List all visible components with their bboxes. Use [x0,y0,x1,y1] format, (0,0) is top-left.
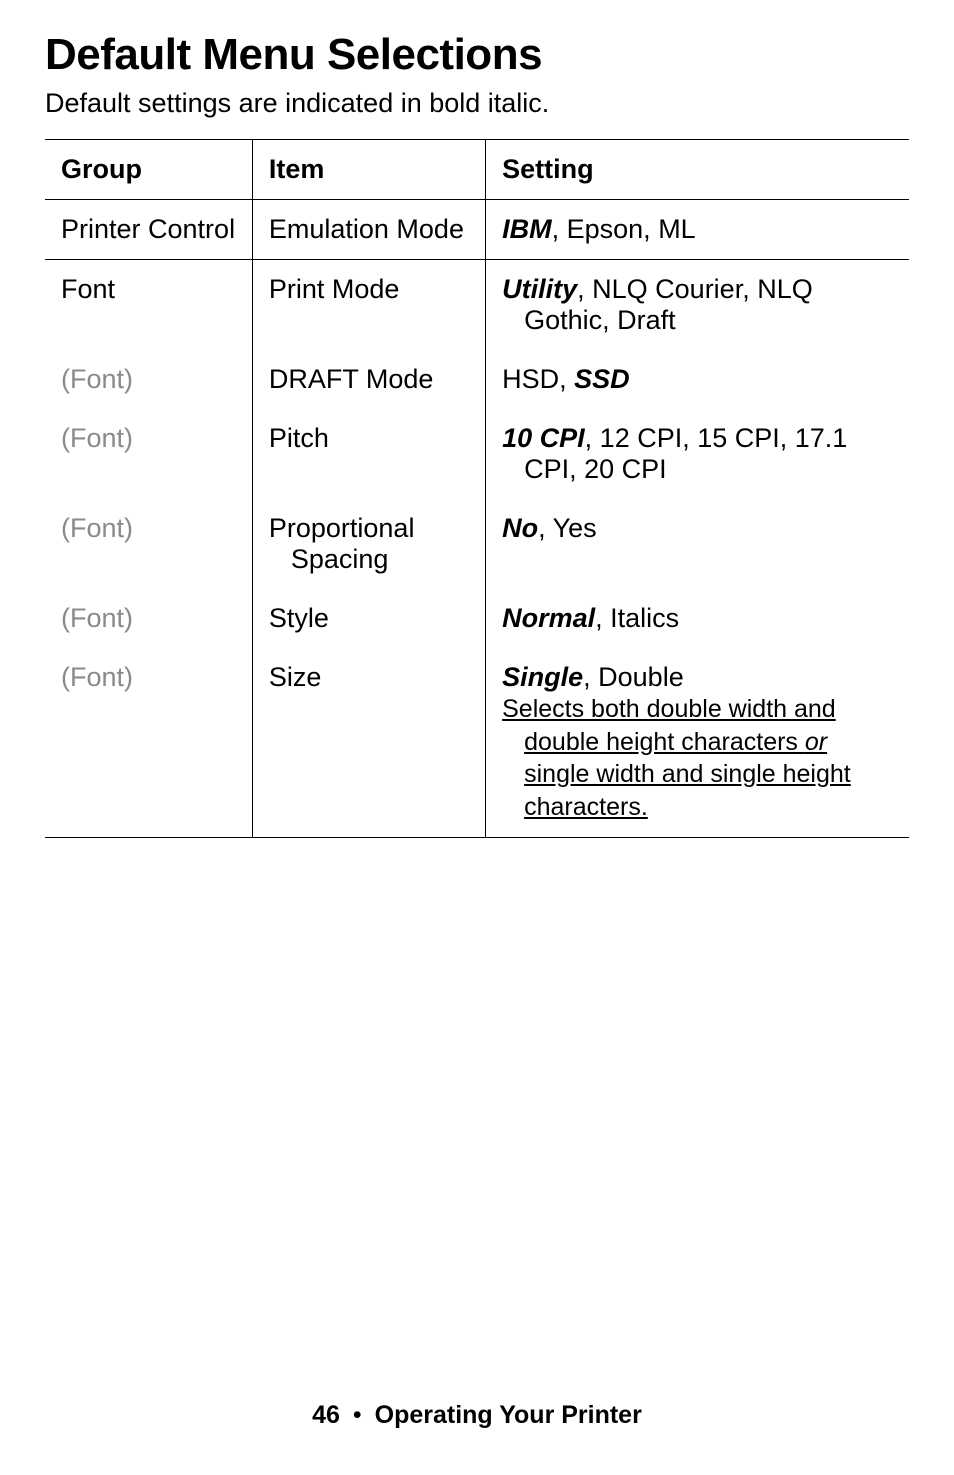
cell-item: Pitch [252,409,485,499]
table-header-row: Group Item Setting [45,140,909,200]
page-number: 46 [312,1401,340,1429]
cell-group: (Font) [45,589,252,648]
cell-setting: Normal, Italics [486,589,909,648]
setting-rest: , Double [583,662,684,692]
cell-item: Emulation Mode [252,200,485,260]
table-row: (Font) Pitch 10 CPI, 12 CPI, 15 CPI, 17.… [45,409,909,499]
table-row: (Font) Style Normal, Italics [45,589,909,648]
setting-default: 10 CPI [502,423,585,453]
settings-table: Group Item Setting Printer Control Emula… [45,139,909,838]
cell-group: (Font) [45,409,252,499]
table-row: Font Print Mode Utility, NLQ Courier, NL… [45,260,909,351]
cell-setting: IBM, Epson, ML [486,200,909,260]
header-setting: Setting [486,140,909,200]
cell-group: (Font) [45,648,252,838]
cell-item: DRAFT Mode [252,350,485,409]
setting-rest: , 12 CPI, 15 CPI, 17.1 [585,423,848,453]
setting-default: SSD [574,364,630,394]
note-line4: characters. [502,793,648,821]
setting-default: Normal [502,603,595,633]
setting-default: Utility [502,274,577,304]
cell-setting: Utility, NLQ Courier, NLQGothic, Draft [486,260,909,351]
setting-rest-line2: Gothic, Draft [502,305,899,336]
table-row: (Font) DRAFT Mode HSD, SSD [45,350,909,409]
setting-note: Selects both double width and double hei… [502,693,899,823]
header-group: Group [45,140,252,200]
cell-group: (Font) [45,499,252,589]
note-line2: double height characters [524,728,805,756]
cell-group: Printer Control [45,200,252,260]
setting-rest: , NLQ Courier, NLQ [577,274,813,304]
table-row: (Font) ProportionalSpacing No, Yes [45,499,909,589]
section-title: Operating Your Printer [375,1401,642,1429]
table-row: Printer Control Emulation Mode IBM, Epso… [45,200,909,260]
note-line3: single width and single height [502,760,851,788]
table-row: (Font) Size Single, Double Selects both … [45,648,909,838]
subtitle-text: Default settings are indicated in bold i… [45,88,909,119]
setting-rest-line2: CPI, 20 CPI [502,454,899,485]
setting-rest: , Italics [595,603,679,633]
page-footer: 46 • Operating Your Printer [0,1401,954,1430]
note-line2-it: or [805,728,827,756]
cell-setting: Single, Double Selects both double width… [486,648,909,838]
setting-default: IBM [502,214,552,244]
cell-item: Print Mode [252,260,485,351]
setting-rest: , Yes [538,513,597,543]
setting-default: Single [502,662,583,692]
item-line1: Proportional [269,513,415,543]
cell-setting: No, Yes [486,499,909,589]
page-title: Default Menu Selections [45,30,909,80]
cell-group: (Font) [45,350,252,409]
cell-setting: HSD, SSD [486,350,909,409]
item-line2: Spacing [269,544,475,575]
footer-separator: • [353,1401,362,1429]
cell-item: ProportionalSpacing [252,499,485,589]
setting-pre: HSD, [502,364,574,394]
header-item: Item [252,140,485,200]
cell-item: Style [252,589,485,648]
cell-setting: 10 CPI, 12 CPI, 15 CPI, 17.1CPI, 20 CPI [486,409,909,499]
note-line1: Selects both double width and [502,695,836,723]
setting-default: No [502,513,538,543]
setting-rest: , Epson, ML [552,214,696,244]
cell-item: Size [252,648,485,838]
cell-group: Font [45,260,252,351]
